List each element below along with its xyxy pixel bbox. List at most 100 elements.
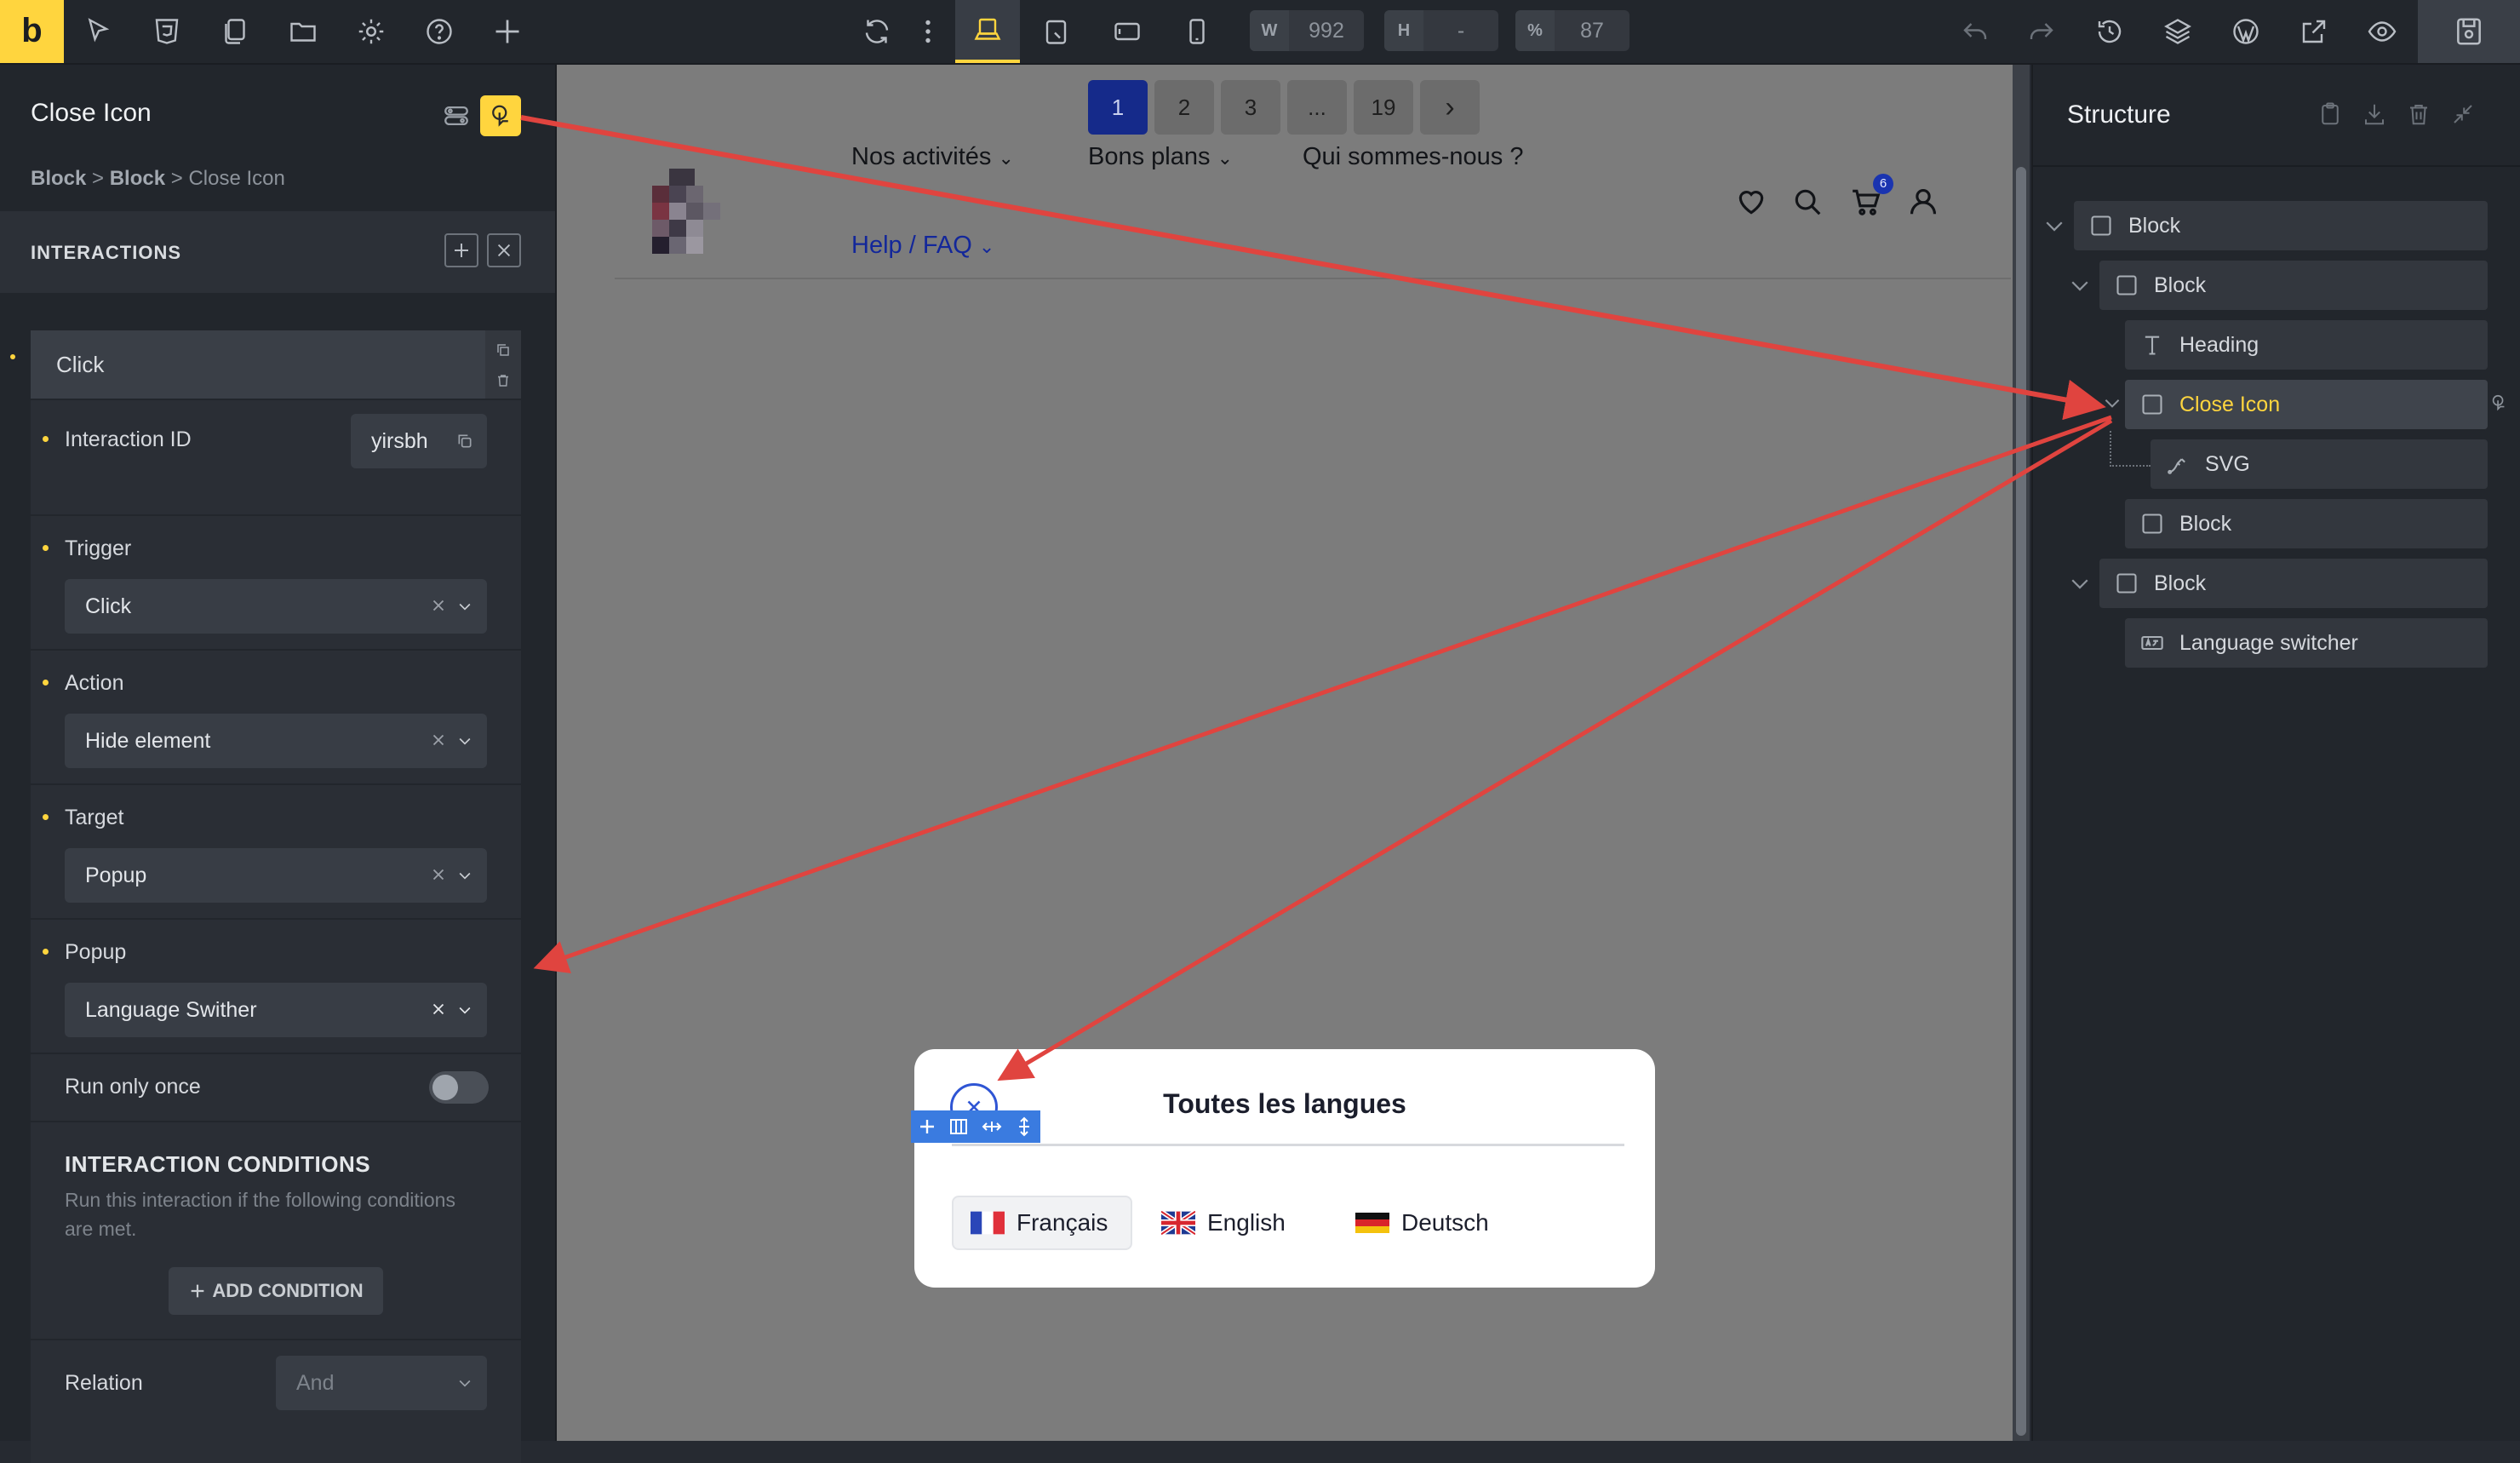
block-icon [2116, 573, 2137, 594]
tree-node-block[interactable]: Block [2074, 201, 2488, 250]
add-interaction-button[interactable] [444, 233, 478, 267]
copy-icon[interactable] [456, 433, 473, 450]
pagination-next-button[interactable]: › [1420, 80, 1480, 135]
popup-select[interactable]: Language Swither [65, 983, 487, 1037]
search-icon[interactable] [1791, 186, 1824, 218]
language-option-francais[interactable]: Français [952, 1196, 1132, 1250]
breakpoint-tablet-icon[interactable] [1095, 0, 1160, 63]
add-condition-button[interactable]: ADD CONDITION [169, 1267, 383, 1315]
interactions-indicator-icon[interactable] [2489, 390, 2508, 416]
clear-icon[interactable] [429, 1000, 448, 1018]
account-user-icon[interactable] [1907, 186, 1939, 218]
clear-icon[interactable] [429, 596, 448, 615]
wishlist-heart-icon[interactable] [1735, 186, 1767, 218]
breadcrumb-block-1[interactable]: Block [31, 167, 86, 190]
download-icon[interactable] [2362, 100, 2387, 128]
action-value: Hide element [85, 729, 211, 753]
chevron-down-icon[interactable] [2067, 273, 2093, 298]
chevron-down-icon[interactable] [2101, 392, 2123, 414]
nav-bons-plans[interactable]: Bons plans ⌄ [1088, 143, 1233, 171]
pagination-page[interactable]: 19 [1354, 80, 1413, 135]
tree-node-label: Heading [2179, 332, 2259, 357]
css-icon[interactable] [135, 0, 199, 63]
close-icon [497, 244, 511, 257]
columns-icon[interactable] [948, 1116, 969, 1137]
builder-logo[interactable]: b [0, 0, 64, 63]
breadcrumb-block-2[interactable]: Block [110, 167, 165, 190]
collapse-icon[interactable] [2450, 100, 2476, 128]
pagination-page[interactable]: 2 [1154, 80, 1214, 135]
clipboard-icon[interactable] [2317, 100, 2343, 128]
interactions-icon[interactable] [480, 95, 521, 136]
action-row: Action Hide element [31, 649, 521, 785]
zoom-value: 87 [1580, 18, 1604, 43]
target-select[interactable]: Popup [65, 848, 487, 903]
relation-label: Relation [65, 1371, 143, 1395]
nav-help-faq[interactable]: Help / FAQ ⌄ [851, 232, 994, 260]
canvas-height-field[interactable]: H - [1384, 10, 1498, 51]
trash-icon[interactable] [495, 373, 511, 388]
wordpress-icon[interactable] [2214, 0, 2278, 63]
external-link-icon[interactable] [2282, 0, 2346, 63]
move-vertical-icon[interactable] [1014, 1116, 1034, 1138]
run-once-row: Run only once [31, 1053, 521, 1122]
tree-node-language-switcher[interactable]: Language switcher [2125, 618, 2488, 668]
select-element-icon[interactable] [66, 0, 131, 63]
scrollbar-thumb[interactable] [2016, 167, 2026, 1436]
action-select[interactable]: Hide element [65, 714, 487, 768]
folder-icon[interactable] [271, 0, 335, 63]
canvas-scrollbar[interactable] [2013, 65, 2030, 1441]
active-marker [10, 354, 15, 359]
undo-icon[interactable] [1943, 0, 2007, 63]
breakpoint-tablet-landscape-icon[interactable] [1025, 0, 1090, 63]
preview-eye-icon[interactable] [2350, 0, 2414, 63]
tree-node-close-icon[interactable]: Close Icon [2125, 380, 2488, 429]
chevron-down-icon[interactable] [2067, 571, 2093, 596]
trigger-select[interactable]: Click [65, 579, 487, 634]
clear-icon[interactable] [429, 865, 448, 884]
canvas-width-field[interactable]: W 992 [1250, 10, 1364, 51]
layers-icon[interactable] [2145, 0, 2210, 63]
more-vertical-icon[interactable] [896, 0, 960, 63]
interaction-id-field[interactable]: yirsbh [351, 414, 487, 468]
canvas-zoom-field[interactable]: % 87 [1515, 10, 1629, 51]
help-icon[interactable] [407, 0, 472, 63]
clear-icon[interactable] [429, 731, 448, 749]
tree-node-heading[interactable]: Heading [2125, 320, 2488, 370]
target-row: Target Popup [31, 783, 521, 920]
trigger-label: Trigger [65, 536, 132, 560]
pages-icon[interactable] [203, 0, 267, 63]
pagination-page[interactable]: 1 [1088, 80, 1148, 135]
language-label: English [1207, 1209, 1286, 1236]
add-element-icon[interactable] [475, 0, 540, 63]
history-icon[interactable] [2077, 0, 2142, 63]
breakpoint-mobile-icon[interactable] [1165, 0, 1229, 63]
chevron-down-icon [459, 1380, 471, 1387]
duplicate-icon[interactable] [495, 342, 511, 358]
close-interactions-button[interactable] [487, 233, 521, 267]
tree-node-block[interactable]: Block [2099, 559, 2488, 608]
language-option-deutsch[interactable]: Deutsch [1355, 1196, 1526, 1250]
move-horizontal-icon[interactable] [981, 1116, 1003, 1137]
insert-plus-icon[interactable] [917, 1116, 937, 1137]
breakpoint-laptop-icon[interactable] [955, 0, 1020, 63]
language-option-english[interactable]: English [1161, 1196, 1332, 1250]
tree-node-block[interactable]: Block [2099, 261, 2488, 310]
tree-node-svg[interactable]: SVG [2151, 439, 2488, 489]
toggle-settings-icon[interactable] [436, 95, 477, 136]
relation-select[interactable]: And [276, 1356, 487, 1410]
trash-icon[interactable] [2406, 100, 2431, 128]
chevron-down-icon[interactable] [2042, 213, 2067, 238]
target-value: Popup [85, 863, 147, 887]
settings-gear-icon[interactable] [339, 0, 404, 63]
pagination-page[interactable]: 3 [1221, 80, 1280, 135]
save-button[interactable] [2418, 0, 2520, 63]
run-once-toggle[interactable] [429, 1071, 489, 1104]
nav-nos-activites[interactable]: Nos activités ⌄ [851, 143, 1014, 171]
site-logo[interactable] [644, 167, 720, 255]
tree-node-block[interactable]: Block [2125, 499, 2488, 548]
redo-icon[interactable] [2009, 0, 2074, 63]
nav-qui-sommes-nous[interactable]: Qui sommes-nous ? [1303, 143, 1524, 171]
interaction-header[interactable]: Click [31, 330, 485, 399]
tree-node-label: Block [2128, 213, 2181, 238]
